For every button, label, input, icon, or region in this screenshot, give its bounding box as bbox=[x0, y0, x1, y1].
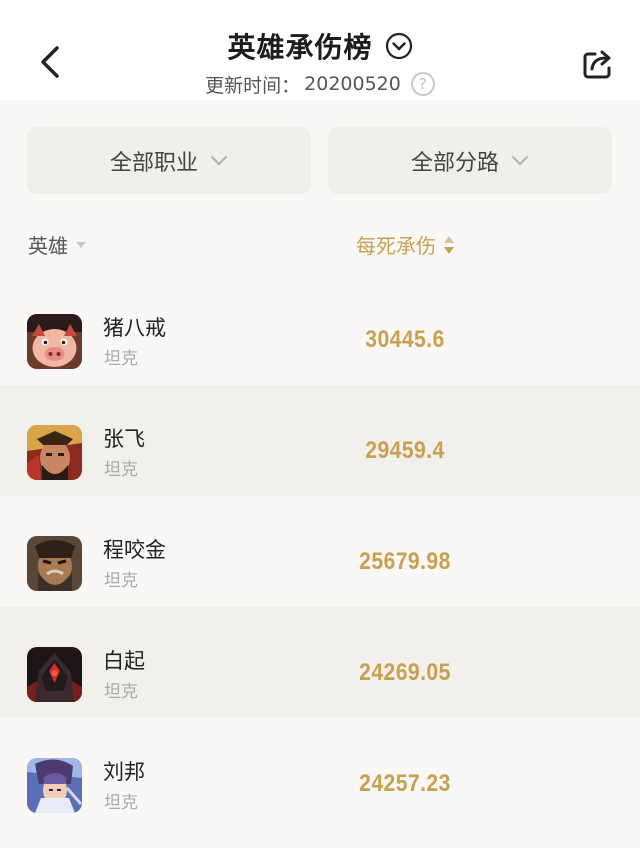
lane-filter-dropdown[interactable]: 全部分路 bbox=[328, 127, 612, 194]
hero-row[interactable]: 猪八戒 坦克 30445.6 bbox=[0, 274, 640, 385]
hero-column-header[interactable]: 英雄 bbox=[28, 230, 86, 259]
hero-row[interactable]: 张飞 坦克 29459.4 bbox=[0, 385, 640, 496]
hero-avatar-chengyaojin bbox=[27, 536, 82, 591]
hero-column-label: 英雄 bbox=[28, 234, 68, 258]
hero-avatar-zhangfei bbox=[27, 425, 82, 480]
profession-filter-dropdown[interactable]: 全部职业 bbox=[27, 127, 311, 194]
hero-row[interactable]: 程咬金 坦克 25679.98 bbox=[0, 496, 640, 607]
hero-row[interactable]: 白起 坦克 24269.05 bbox=[0, 607, 640, 718]
damage-per-death-value: 24257.23 bbox=[359, 770, 451, 797]
damage-per-death-value: 24269.05 bbox=[359, 659, 451, 686]
page-title: 英雄承伤榜 bbox=[227, 31, 373, 64]
hero-role: 坦克 bbox=[104, 460, 138, 480]
sort-down-icon bbox=[76, 241, 86, 248]
help-icon[interactable]: ? bbox=[410, 72, 435, 96]
title-dropdown-toggle[interactable] bbox=[385, 32, 413, 60]
hero-row[interactable]: 刘邦 坦克 24257.23 bbox=[0, 718, 640, 829]
hero-name: 刘邦 bbox=[103, 760, 145, 784]
hero-role: 坦克 bbox=[104, 571, 138, 591]
profession-filter-label: 全部职业 bbox=[109, 150, 198, 176]
chevron-down-circle-icon bbox=[385, 32, 412, 60]
hero-role: 坦克 bbox=[104, 793, 138, 813]
share-button[interactable] bbox=[578, 44, 618, 84]
hero-avatar-zhubajie bbox=[27, 314, 82, 369]
hero-role: 坦克 bbox=[104, 682, 138, 702]
hero-avatar-baiqi bbox=[27, 647, 82, 702]
share-icon bbox=[583, 50, 611, 79]
chevron-down-icon bbox=[210, 155, 228, 165]
hero-name: 张飞 bbox=[103, 427, 145, 451]
hero-name: 白起 bbox=[103, 649, 145, 673]
damage-column-header[interactable]: 每死承伤 bbox=[356, 230, 454, 259]
damage-column-label: 每死承伤 bbox=[356, 234, 436, 258]
hero-avatar-liubang bbox=[27, 758, 82, 813]
damage-per-death-value: 29459.4 bbox=[365, 437, 445, 464]
hero-ranking-list: 猪八戒 坦克 30445.6 张飞 坦克 29459.4 程咬金 坦克 2567… bbox=[0, 274, 640, 829]
hero-name: 程咬金 bbox=[103, 538, 166, 562]
hero-name: 猪八戒 bbox=[103, 316, 166, 340]
column-headers: 英雄 每死承伤 bbox=[0, 218, 640, 274]
chevron-down-icon bbox=[511, 155, 529, 165]
lane-filter-label: 全部分路 bbox=[410, 150, 499, 176]
ranking-content: 全部职业 全部分路 英雄 每死承伤 猪八戒 坦克 30445.6 张飞 坦克 2… bbox=[0, 100, 640, 848]
sort-toggle-icon bbox=[444, 235, 454, 254]
hero-role: 坦克 bbox=[104, 349, 138, 369]
update-time-row: 更新时间： 20200520 ? bbox=[0, 70, 640, 98]
top-header: 英雄承伤榜 更新时间： 20200520 ? bbox=[0, 0, 640, 100]
title-row: 英雄承伤榜 bbox=[0, 26, 640, 66]
update-time-label: 更新时间： bbox=[205, 74, 301, 97]
damage-per-death-value: 25679.98 bbox=[359, 548, 451, 575]
damage-per-death-value: 30445.6 bbox=[365, 326, 445, 353]
update-time-value: 20200520 bbox=[304, 73, 401, 95]
